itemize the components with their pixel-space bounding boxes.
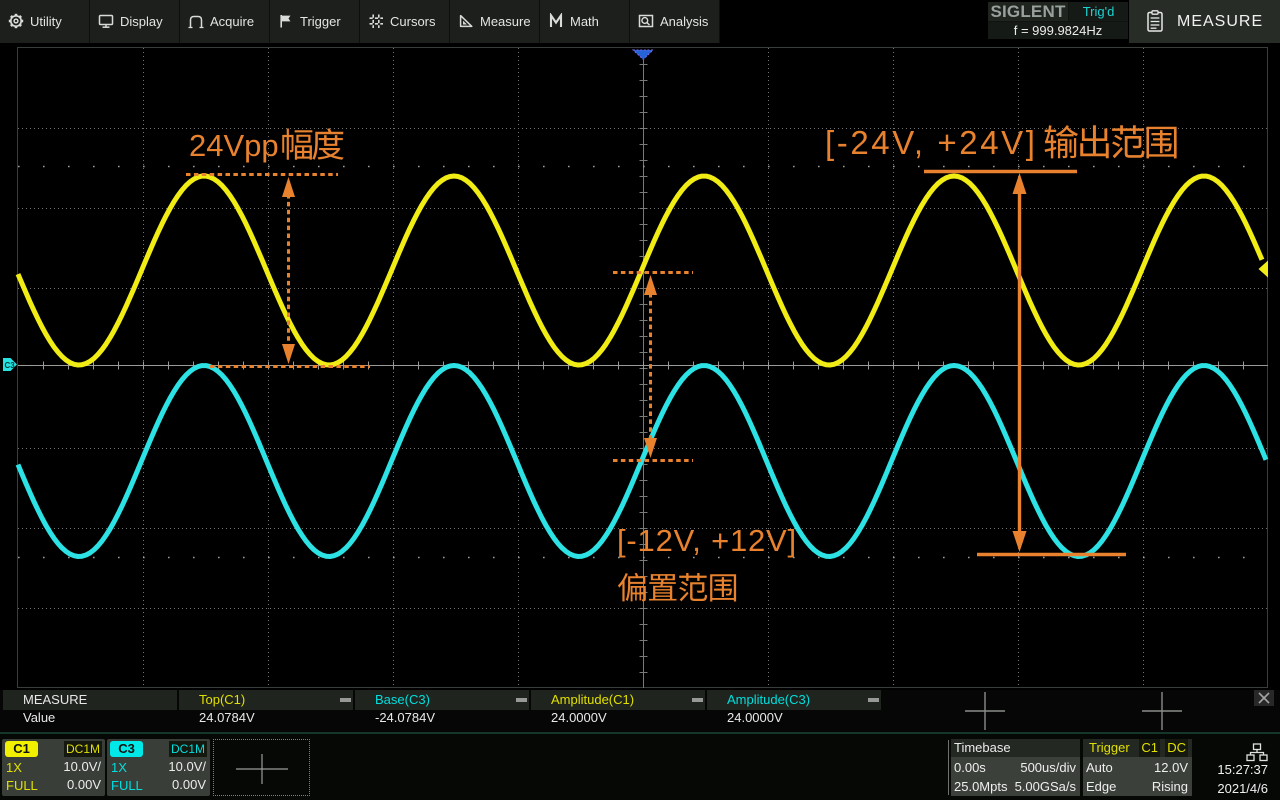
svg-text:[-12V, +12V]: [-12V, +12V] [617,523,797,558]
svg-text:C3: C3 [5,361,16,370]
svg-text:24Vpp: 24Vpp [189,128,279,163]
svg-text:[-24V, +24V]: [-24V, +24V] [825,124,1038,161]
